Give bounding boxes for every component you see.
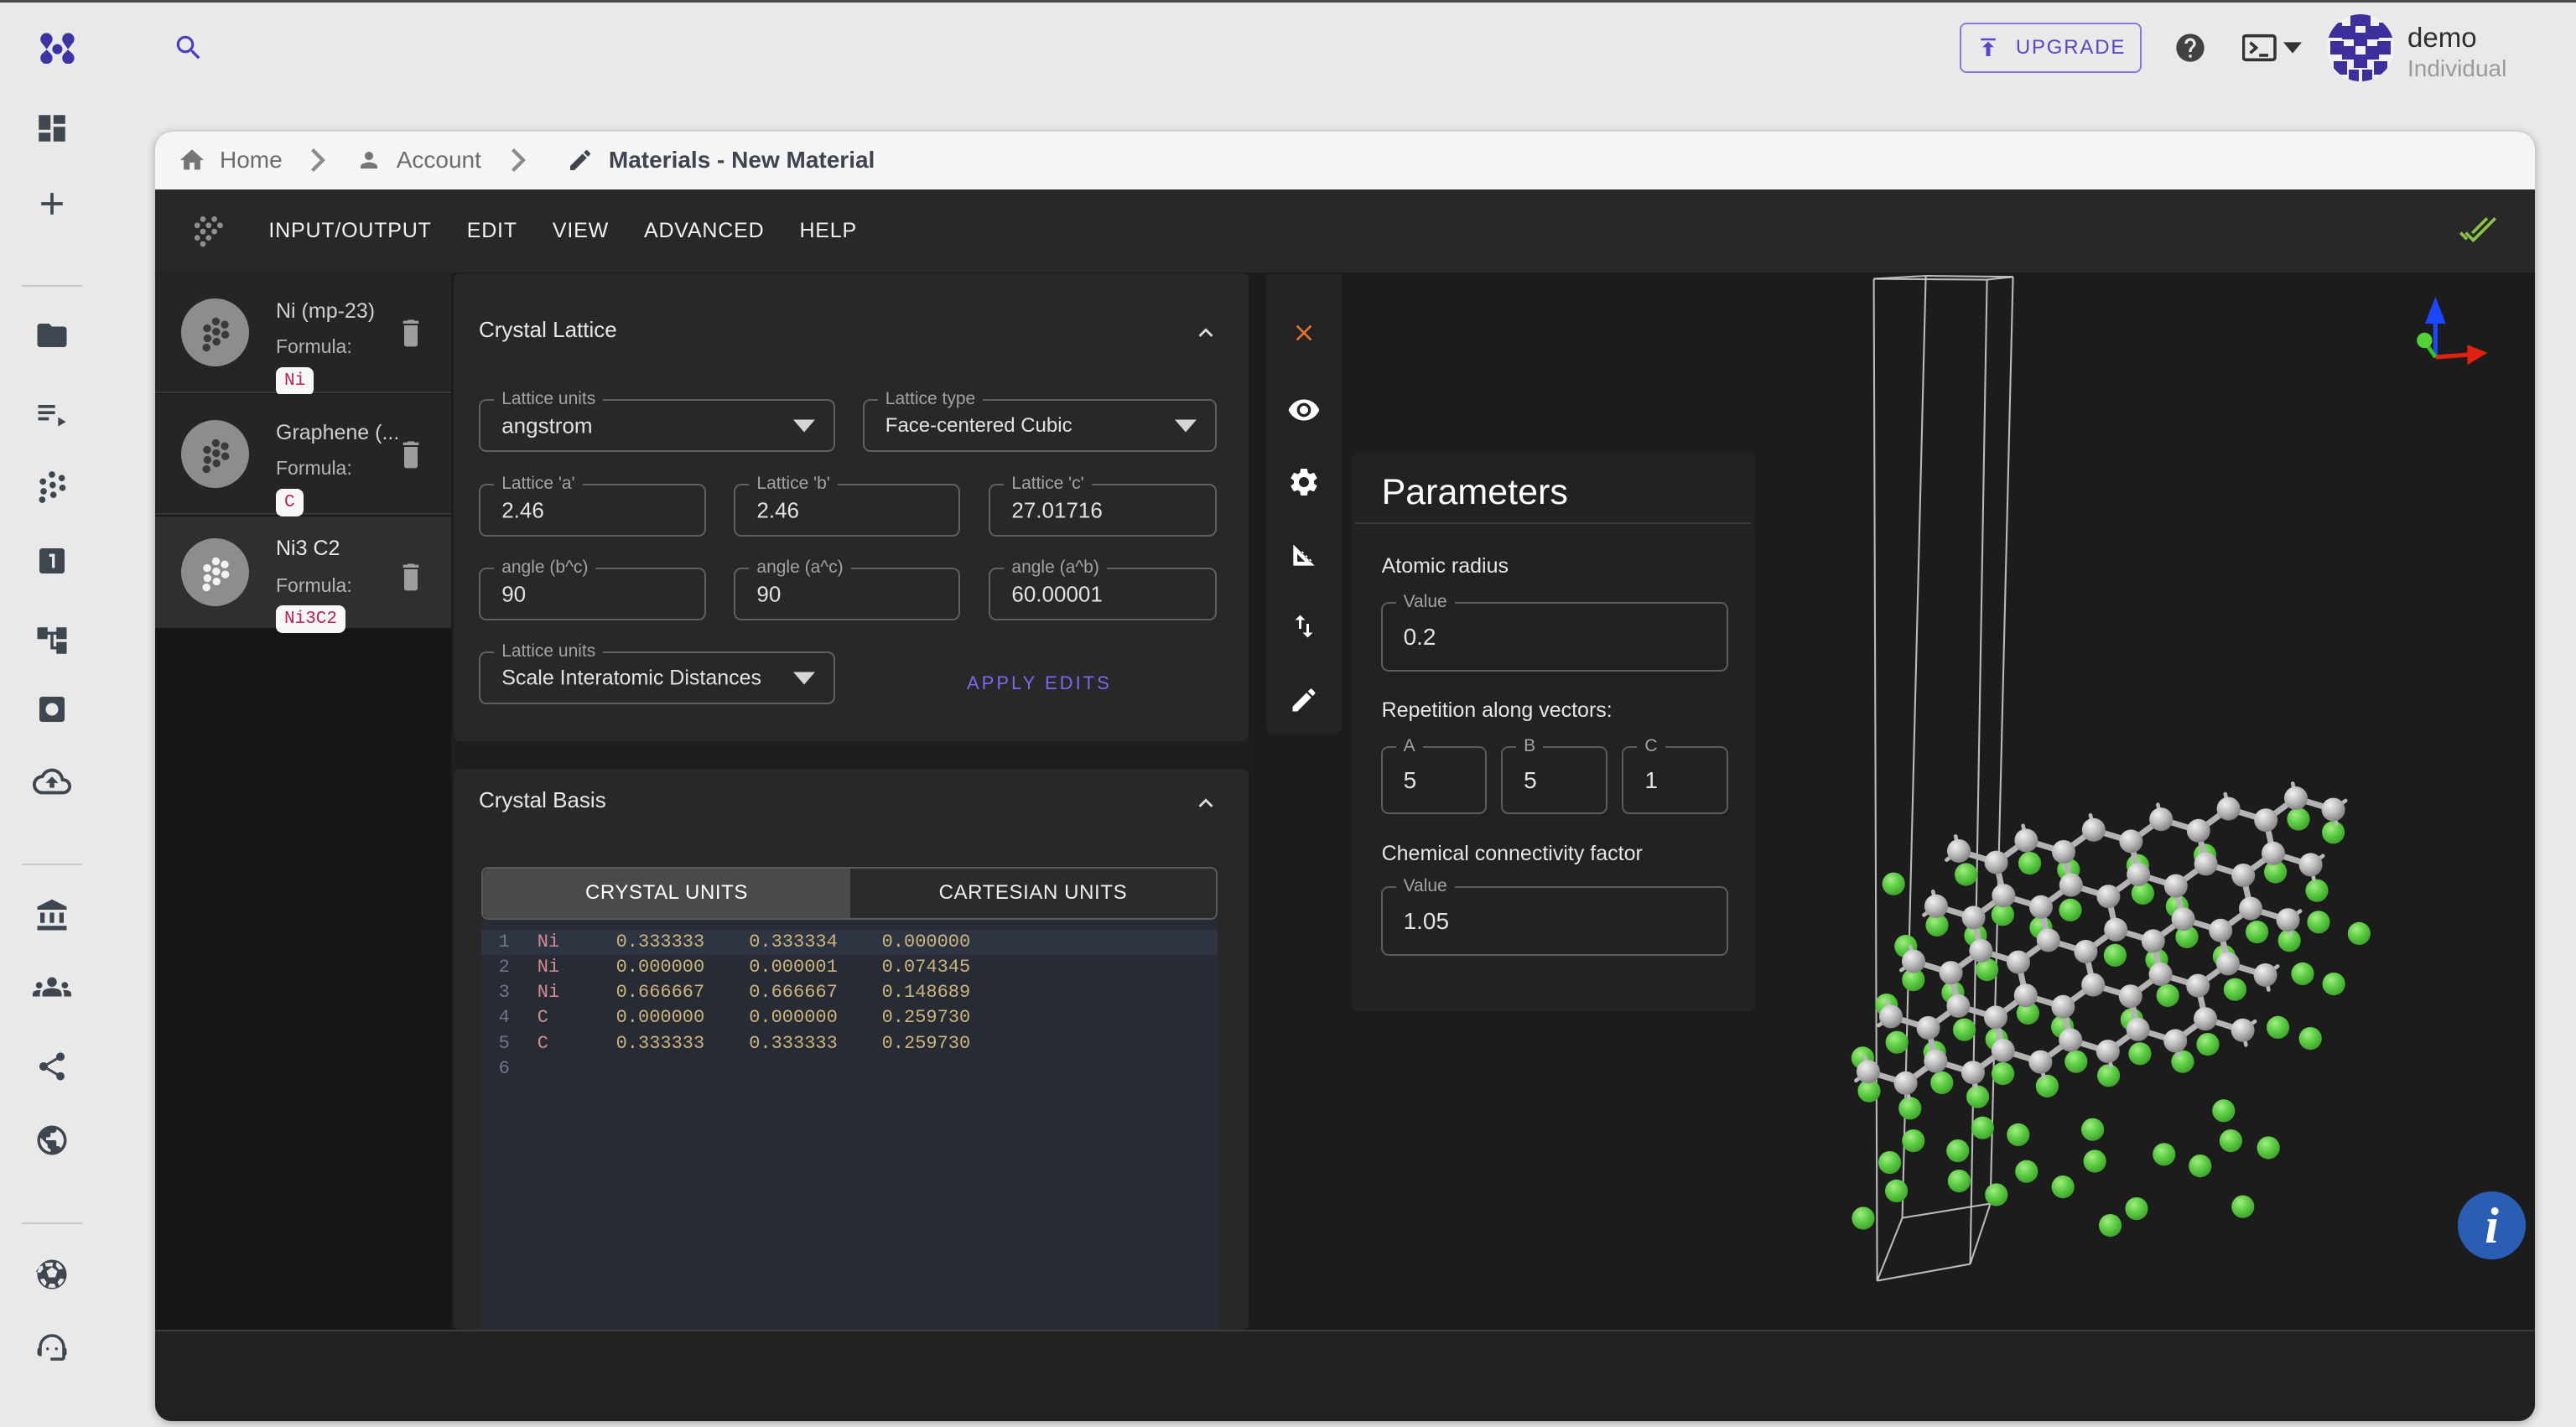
svg-text:i: i: [2485, 1198, 2500, 1253]
